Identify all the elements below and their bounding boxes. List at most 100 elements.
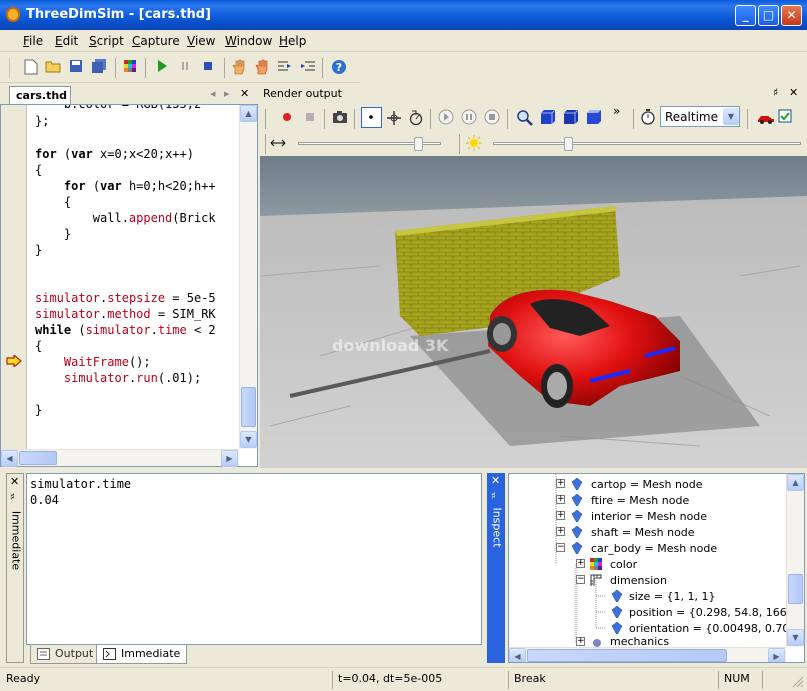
- menu-capture[interactable]: Capture: [132, 34, 180, 48]
- camera-icon[interactable]: [332, 110, 348, 124]
- code-text[interactable]: b.color = RGB(135,2 }; for (var x=0;x<20…: [28, 105, 239, 449]
- close-editor-button[interactable]: ✕: [240, 87, 249, 100]
- tree-node-shaft[interactable]: + shaft = Mesh node: [509, 525, 789, 541]
- minimize-button[interactable]: _: [735, 5, 756, 26]
- tree-node-size[interactable]: size = {1, 1, 1}: [509, 589, 789, 605]
- tree-node-ftire[interactable]: + ftire = Mesh node: [509, 493, 789, 509]
- inspect-hscroll-thumb[interactable]: [527, 649, 727, 662]
- chevron-down-icon[interactable]: ▼: [723, 108, 739, 125]
- tree-node-interior[interactable]: + interior = Mesh node: [509, 509, 789, 525]
- close-immediate-button[interactable]: ✕: [10, 475, 19, 488]
- scene-canvas[interactable]: download 3K: [260, 156, 807, 468]
- stop-record-icon[interactable]: [303, 110, 317, 124]
- tab-next-button[interactable]: ▸: [224, 87, 230, 100]
- console-line: 0.04: [30, 493, 59, 507]
- app-icon[interactable]: [6, 7, 20, 22]
- inspect-scroll-up-button[interactable]: ▲: [787, 474, 804, 491]
- stop-sim-icon[interactable]: [484, 109, 500, 125]
- inspect-scroll-thumb[interactable]: [788, 574, 803, 604]
- rotate-tool-icon[interactable]: [408, 110, 424, 126]
- menu-file[interactable]: File: [23, 34, 43, 48]
- inspect-scroll-left-button[interactable]: ◀: [509, 648, 526, 662]
- save-all-icon[interactable]: [90, 59, 108, 77]
- immediate-side-tab[interactable]: ✕ ♯ Immediate: [6, 473, 24, 663]
- render-viewport[interactable]: download 3K: [260, 156, 807, 468]
- inspect-side-tab[interactable]: ✕ ♯ Inspect: [487, 473, 505, 663]
- step-out-icon[interactable]: [299, 59, 317, 77]
- resize-grip-icon[interactable]: [792, 676, 804, 688]
- new-file-icon[interactable]: [22, 59, 40, 77]
- scroll-down-button[interactable]: ▼: [240, 431, 257, 448]
- select-tool-button[interactable]: [361, 107, 382, 128]
- menu-help[interactable]: Help: [279, 34, 306, 48]
- tree-node-dimension[interactable]: − dimension: [509, 573, 789, 589]
- inspect-scroll-right-button[interactable]: ▶: [768, 648, 785, 662]
- move-tool-icon[interactable]: [386, 110, 402, 126]
- inspect-vertical-scrollbar[interactable]: ▲ ▼: [786, 474, 804, 647]
- code-line: for (var h=0;h<20;h++: [63, 179, 216, 193]
- menu-window[interactable]: Window: [225, 34, 272, 48]
- play-sim-icon[interactable]: [438, 109, 454, 125]
- property-icon: [612, 590, 622, 602]
- code-editor[interactable]: b.color = RGB(135,2 }; for (var x=0;x<20…: [0, 104, 258, 467]
- record-icon[interactable]: [280, 110, 294, 124]
- scroll-up-button[interactable]: ▲: [240, 105, 257, 122]
- car-icon[interactable]: [757, 109, 775, 125]
- pause-sim-icon[interactable]: [461, 109, 477, 125]
- width-slider[interactable]: [298, 137, 441, 151]
- pin-immediate-button[interactable]: ♯: [10, 492, 15, 503]
- hand-red-icon[interactable]: [253, 59, 271, 77]
- open-folder-icon[interactable]: [44, 59, 62, 77]
- editor-gutter[interactable]: [1, 105, 27, 449]
- help-icon[interactable]: ?: [330, 59, 348, 77]
- menu-script[interactable]: Script: [89, 34, 124, 48]
- menu-view[interactable]: View: [187, 34, 215, 48]
- render-mode-select[interactable]: Realtime ▼: [660, 106, 740, 127]
- step-into-icon[interactable]: [276, 59, 294, 77]
- scroll-thumb[interactable]: [241, 387, 256, 427]
- stopwatch-icon[interactable]: [640, 109, 656, 125]
- tab-prev-button[interactable]: ◂: [210, 87, 216, 100]
- tab-cars-thd[interactable]: cars.thd: [9, 86, 71, 104]
- inspect-tree[interactable]: + cartop = Mesh node + ftire = Mesh node…: [508, 473, 805, 663]
- immediate-console[interactable]: simulator.time 0.04: [26, 473, 482, 645]
- tab-output[interactable]: Output: [30, 645, 101, 664]
- editor-horizontal-scrollbar[interactable]: ◀ ▶: [1, 449, 239, 467]
- tab-immediate[interactable]: Immediate: [96, 645, 188, 664]
- view-front-icon[interactable]: [540, 109, 556, 125]
- width-slider-thumb[interactable]: [414, 137, 423, 151]
- close-render-button[interactable]: ✕: [789, 86, 798, 99]
- light-slider[interactable]: [493, 137, 801, 151]
- pin-render-button[interactable]: ♯: [773, 86, 778, 99]
- view-side-icon[interactable]: [563, 109, 579, 125]
- render-output-title: Render output: [263, 87, 342, 100]
- inspect-scroll-down-button[interactable]: ▼: [787, 629, 804, 646]
- palette-icon[interactable]: [121, 59, 139, 77]
- pause-icon[interactable]: [176, 59, 194, 77]
- close-inspect-button[interactable]: ✕: [491, 474, 500, 487]
- scroll-left-button[interactable]: ◀: [1, 450, 18, 467]
- mesh-node-icon: [572, 478, 582, 490]
- stop-icon[interactable]: [199, 59, 217, 77]
- light-icon: [466, 135, 482, 151]
- tree-node-car-body[interactable]: − car_body = Mesh node: [509, 541, 789, 557]
- tree-node-cartop[interactable]: + cartop = Mesh node: [509, 477, 789, 493]
- hscroll-thumb[interactable]: [19, 451, 57, 465]
- tree-node-color[interactable]: + color: [509, 557, 789, 573]
- close-button[interactable]: ✕: [781, 5, 802, 26]
- checkbox-icon[interactable]: [778, 109, 793, 124]
- view-top-icon[interactable]: [586, 109, 602, 125]
- inspect-horizontal-scrollbar[interactable]: ◀ ▶: [509, 647, 786, 662]
- editor-vertical-scrollbar[interactable]: ▲ ▼: [239, 105, 257, 449]
- menu-edit[interactable]: Edit: [55, 34, 78, 48]
- zoom-icon[interactable]: [516, 109, 533, 126]
- save-icon[interactable]: [67, 59, 85, 77]
- tree-node-mechanics[interactable]: + mechanics: [509, 635, 789, 647]
- light-slider-thumb[interactable]: [564, 137, 573, 151]
- scroll-right-button[interactable]: ▶: [221, 450, 238, 467]
- tree-node-position[interactable]: position = {0.298, 54.8, 166}: [509, 605, 794, 621]
- run-icon[interactable]: [153, 59, 171, 77]
- more-tools-button[interactable]: »: [613, 104, 620, 118]
- hand-icon[interactable]: [230, 59, 248, 77]
- maximize-button[interactable]: □: [758, 5, 779, 26]
